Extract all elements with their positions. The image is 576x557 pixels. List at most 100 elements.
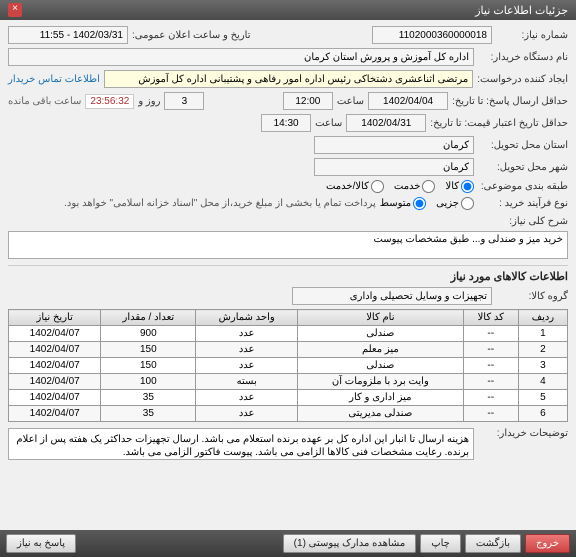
table-cell: 1402/04/07	[9, 390, 101, 406]
table-cell: صندلی مدیریتی	[298, 406, 464, 422]
table-cell: 1402/04/07	[9, 374, 101, 390]
table-cell: عدد	[196, 326, 298, 342]
deliver-city-field: کرمان	[314, 158, 474, 176]
radio-service[interactable]: خدمت	[394, 180, 436, 193]
radio-small[interactable]: جزیی	[436, 197, 474, 210]
table-cell: 1402/04/07	[9, 406, 101, 422]
table-cell: --	[463, 390, 518, 406]
table-cell: 900	[101, 326, 196, 342]
close-icon[interactable]: ×	[8, 3, 22, 17]
table-cell: 6	[518, 406, 567, 422]
table-row[interactable]: 6--صندلی مدیریتیعدد351402/04/07	[9, 406, 568, 422]
table-cell: 3	[518, 358, 567, 374]
buyer-org-field: اداره کل آموزش و پرورش استان کرمان	[8, 48, 474, 66]
table-header: ردیف	[518, 310, 567, 326]
table-header: تعداد / مقدار	[101, 310, 196, 326]
deliver-city-label: شهر محل تحویل:	[478, 162, 568, 173]
table-cell: 1	[518, 326, 567, 342]
process-note: پرداخت تمام یا بخشی از مبلغ خرید،از محل …	[64, 198, 376, 209]
window-title: جزئیات اطلاعات نیاز	[475, 4, 568, 17]
button-bar: خروج بازگشت چاپ مشاهده مدارک پیوستی (1) …	[0, 530, 576, 557]
table-row[interactable]: 5--میز اداری و کارعدد351402/04/07	[9, 390, 568, 406]
table-row[interactable]: 2--میز معلمعدد1501402/04/07	[9, 342, 568, 358]
goods-section-title: اطلاعات کالاهای مورد نیاز	[8, 265, 568, 283]
time-label-1: ساعت	[337, 96, 364, 107]
table-row[interactable]: 4--وایت برد با ملزومات آنبسته1001402/04/…	[9, 374, 568, 390]
reply-button[interactable]: پاسخ به نیاز	[6, 534, 76, 553]
countdown: 23:56:32	[85, 94, 134, 109]
process-label: نوع فرآیند خرید :	[478, 198, 568, 209]
table-cell: 1402/04/07	[9, 326, 101, 342]
table-cell: 100	[101, 374, 196, 390]
goods-group-label: گروه کالا:	[496, 291, 568, 302]
requester-label: ایجاد کننده درخواست:	[477, 74, 568, 85]
radio-medium[interactable]: متوسط	[380, 197, 426, 210]
resp-date-field: 1402/04/04	[368, 92, 448, 110]
table-cell: --	[463, 406, 518, 422]
announce-field: 1402/03/31 - 11:55	[8, 26, 128, 44]
goods-table: ردیفکد کالانام کالاواحد شمارشتعداد / مقد…	[8, 309, 568, 422]
goods-group-field: تجهیزات و وسایل تحصیلی واداری	[292, 287, 492, 305]
buyer-desc-label: توضیحات خریدار:	[478, 428, 568, 439]
table-row[interactable]: 3--صندلیعدد1501402/04/07	[9, 358, 568, 374]
process-radio-group: جزیی متوسط	[380, 197, 474, 210]
table-cell: میز معلم	[298, 342, 464, 358]
deliver-prov-label: استان محل تحویل:	[478, 140, 568, 151]
table-cell: 35	[101, 390, 196, 406]
valid-date-field: 1402/04/31	[346, 114, 426, 132]
table-cell: بسته	[196, 374, 298, 390]
table-header: نام کالا	[298, 310, 464, 326]
table-cell: --	[463, 326, 518, 342]
title-bar: جزئیات اطلاعات نیاز ×	[0, 0, 576, 20]
table-header: واحد شمارش	[196, 310, 298, 326]
table-cell: عدد	[196, 390, 298, 406]
table-header: کد کالا	[463, 310, 518, 326]
announce-label: تاریخ و ساعت اعلان عمومی:	[132, 30, 251, 41]
table-cell: --	[463, 342, 518, 358]
resp-time-field: 12:00	[283, 92, 333, 110]
need-no-field: 1102000360000018	[372, 26, 492, 44]
subject-radio-group: کالا خدمت کالا/خدمت	[326, 180, 474, 193]
radio-goods[interactable]: کالا	[445, 180, 474, 193]
deliver-prov-field: کرمان	[314, 136, 474, 154]
table-row[interactable]: 1--صندلیعدد9001402/04/07	[9, 326, 568, 342]
table-cell: 4	[518, 374, 567, 390]
table-cell: صندلی	[298, 358, 464, 374]
table-cell: میز اداری و کار	[298, 390, 464, 406]
table-cell: --	[463, 358, 518, 374]
resp-deadline-label: حداقل ارسال پاسخ: تا تاریخ:	[452, 96, 568, 107]
exit-button[interactable]: خروج	[525, 534, 570, 553]
content-area: شماره نیاز: 1102000360000018 تاریخ و ساع…	[0, 20, 576, 530]
days-field: 3	[164, 92, 204, 110]
view-attachments-button[interactable]: مشاهده مدارک پیوستی (1)	[283, 534, 417, 553]
return-button[interactable]: بازگشت	[465, 534, 521, 553]
table-cell: وایت برد با ملزومات آن	[298, 374, 464, 390]
days-label: روز و	[138, 96, 160, 107]
need-summary-label: شرح کلی نیاز:	[478, 216, 568, 227]
valid-time-field: 14:30	[261, 114, 311, 132]
table-cell: --	[463, 374, 518, 390]
subject-class-label: طبقه بندی موضوعی:	[478, 181, 568, 192]
table-cell: 35	[101, 406, 196, 422]
remain-label: ساعت باقی مانده	[8, 96, 81, 107]
table-cell: عدد	[196, 342, 298, 358]
valid-deadline-label: حداقل تاریخ اعتبار قیمت: تا تاریخ:	[430, 118, 568, 129]
contact-link[interactable]: اطلاعات تماس خریدار	[8, 74, 100, 85]
table-cell: عدد	[196, 406, 298, 422]
table-cell: عدد	[196, 358, 298, 374]
print-button[interactable]: چاپ	[420, 534, 461, 553]
need-no-label: شماره نیاز:	[496, 30, 568, 41]
table-cell: صندلی	[298, 326, 464, 342]
table-cell: 5	[518, 390, 567, 406]
table-cell: 150	[101, 342, 196, 358]
buyer-org-label: نام دستگاه خریدار:	[478, 52, 568, 63]
table-cell: 1402/04/07	[9, 358, 101, 374]
table-cell: 150	[101, 358, 196, 374]
time-label-2: ساعت	[315, 118, 342, 129]
buyer-desc-text: هزینه ارسال تا انبار این اداره کل بر عهد…	[8, 428, 474, 460]
requester-field: مرتضی اثناعشری دشتخاکی رئیس اداره امور ر…	[104, 70, 473, 88]
table-header: تاریخ نیاز	[9, 310, 101, 326]
radio-goods-service[interactable]: کالا/خدمت	[326, 180, 384, 193]
need-summary-text	[8, 231, 568, 259]
table-cell: 1402/04/07	[9, 342, 101, 358]
